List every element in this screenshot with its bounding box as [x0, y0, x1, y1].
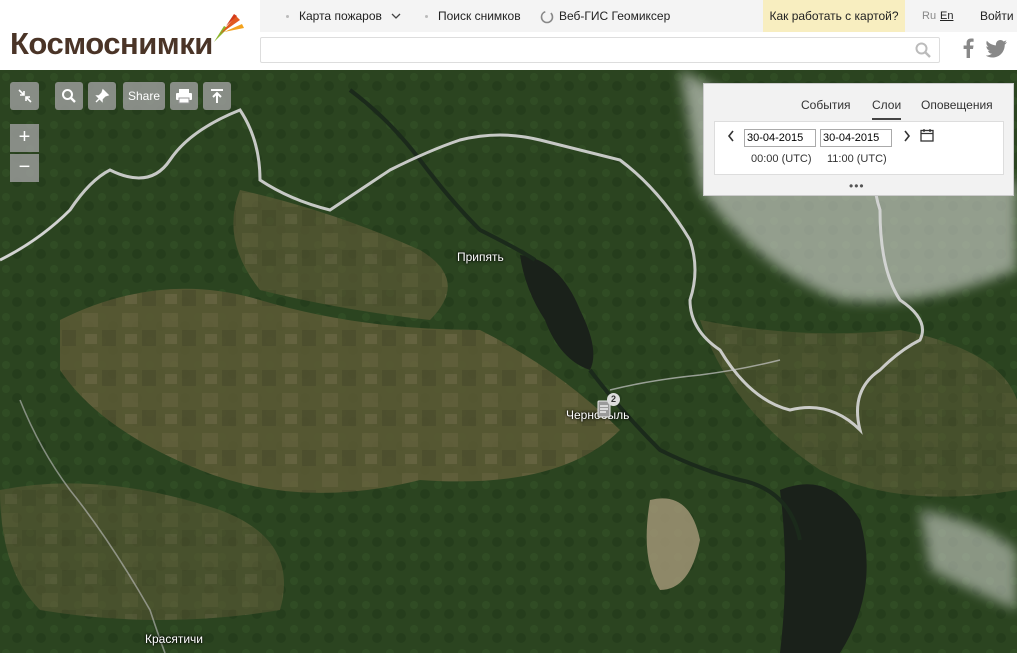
search-tool-button[interactable] — [55, 82, 83, 110]
chevron-right-icon — [904, 130, 911, 142]
tab-events[interactable]: События — [801, 98, 851, 112]
date-to-input[interactable] — [820, 129, 892, 147]
search-box — [260, 37, 940, 63]
bullet-icon — [425, 15, 428, 19]
map-label-krasyatichi: Красятичи — [145, 632, 203, 646]
twitter-icon[interactable] — [986, 40, 1008, 58]
chevron-left-icon — [727, 130, 734, 142]
search-input[interactable] — [267, 39, 911, 63]
facebook-icon[interactable] — [962, 38, 974, 58]
help-link[interactable]: Как работать с картой? — [763, 0, 905, 32]
date-from-input[interactable] — [744, 129, 816, 147]
prev-date-button[interactable] — [727, 130, 735, 145]
top-nav: Карта пожаров Поиск снимков Веб-ГИС Геом… — [260, 0, 1017, 32]
lang-ru[interactable]: Ru — [922, 0, 936, 32]
time-to: 11:00 (UTC) — [827, 153, 887, 165]
header: Космоснимки Карта пожаров Поиск снимков … — [0, 0, 1017, 70]
print-button[interactable] — [170, 82, 198, 110]
marker-count-badge: 2 — [607, 393, 620, 406]
date-range-box: 00:00 (UTC) 11:00 (UTC) — [714, 121, 1004, 175]
nav-fire-map-label: Карта пожаров — [299, 9, 382, 23]
lang-en[interactable]: En — [940, 0, 953, 32]
satellite-map[interactable]: Share + − Припять Чернобыль Красятичи 2 … — [0, 70, 1017, 653]
zoom-out-button[interactable]: − — [10, 154, 39, 182]
logo-text: Космоснимки — [10, 26, 213, 61]
event-marker[interactable]: 2 — [596, 393, 620, 419]
nav-image-search-label: Поиск снимков — [438, 9, 521, 23]
geomixer-icon — [540, 10, 554, 24]
bullet-icon — [286, 15, 289, 19]
chevron-down-icon — [391, 13, 401, 19]
printer-icon — [176, 89, 192, 104]
logo[interactable]: Космоснимки — [10, 12, 255, 62]
calendar-button[interactable] — [920, 128, 934, 145]
search-icon[interactable] — [915, 42, 931, 58]
upload-icon — [211, 89, 223, 103]
tab-alerts[interactable]: Оповещения — [921, 98, 993, 112]
map-label-pripyat: Припять — [457, 250, 504, 264]
layers-panel: События Слои Оповещения 00:00 (UTC) 11:0… — [703, 83, 1014, 196]
logo-mark-icon — [214, 14, 244, 42]
more-options-button[interactable]: ••• — [849, 179, 865, 193]
nav-image-search[interactable]: Поиск снимков — [425, 0, 521, 32]
pin-tool-button[interactable] — [88, 82, 116, 110]
export-button[interactable] — [203, 82, 231, 110]
next-date-button[interactable] — [903, 130, 911, 145]
nav-geomixer[interactable]: Веб-ГИС Геомиксер — [540, 0, 670, 32]
tab-layers[interactable]: Слои — [872, 98, 902, 120]
nav-fire-map[interactable]: Карта пожаров — [286, 0, 401, 32]
collapse-icon — [17, 89, 32, 103]
pin-icon — [95, 88, 110, 103]
calendar-icon — [920, 129, 934, 142]
zoom-in-button[interactable]: + — [10, 124, 39, 152]
share-button[interactable]: Share — [123, 82, 165, 110]
time-from: 00:00 (UTC) — [751, 153, 812, 165]
login-link[interactable]: Войти — [980, 0, 1014, 32]
fullscreen-button[interactable] — [10, 82, 39, 110]
magnifier-icon — [62, 89, 76, 103]
nav-geomixer-label: Веб-ГИС Геомиксер — [559, 9, 671, 23]
